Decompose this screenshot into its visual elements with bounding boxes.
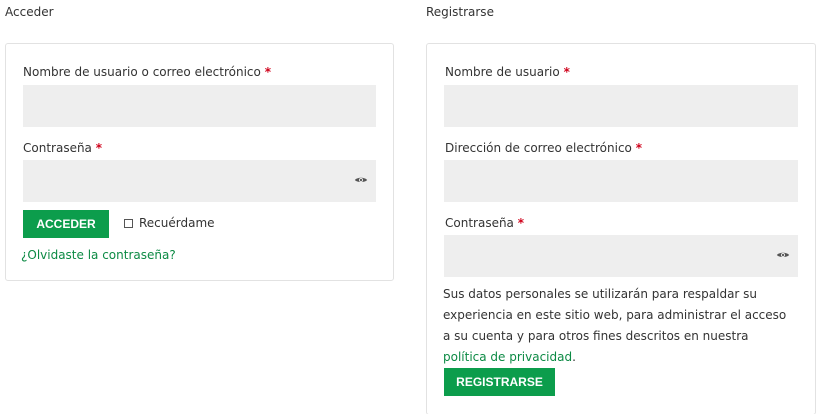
register-email-label: Dirección de correo electrónico *: [445, 141, 643, 155]
required-mark: *: [517, 216, 525, 230]
privacy-policy-link[interactable]: política de privacidad: [443, 350, 572, 364]
login-title: Acceder: [5, 5, 54, 19]
login-password-input[interactable]: [23, 160, 376, 202]
remember-me[interactable]: Recuérdame: [124, 216, 215, 230]
login-username-input[interactable]: [23, 85, 376, 127]
required-mark: *: [95, 141, 103, 155]
register-card: Nombre de usuario * Dirección de correo …: [426, 43, 816, 414]
register-title: Registrarse: [426, 5, 494, 19]
username-label: Nombre de usuario o correo electrónico *: [23, 65, 271, 79]
show-password-eye-icon[interactable]: [776, 248, 790, 262]
login-card: Nombre de usuario o correo electrónico *…: [5, 43, 394, 281]
required-mark: *: [563, 65, 570, 79]
register-email-input[interactable]: [444, 160, 798, 202]
privacy-notice: Sus datos personales se utilizarán para …: [443, 287, 787, 364]
required-mark: *: [264, 65, 271, 79]
register-password-label: Contraseña *: [445, 216, 525, 230]
forgot-password-link[interactable]: ¿Olvidaste la contraseña?: [21, 248, 176, 262]
login-submit-button[interactable]: ACCEDER: [23, 210, 109, 238]
required-mark: *: [635, 141, 643, 155]
register-username-label: Nombre de usuario *: [445, 65, 570, 79]
register-username-input[interactable]: [444, 85, 798, 127]
password-label: Contraseña *: [23, 141, 103, 155]
register-submit-button[interactable]: REGISTRARSE: [444, 368, 555, 396]
remember-checkbox[interactable]: [124, 218, 133, 228]
show-password-eye-icon[interactable]: [354, 173, 368, 187]
register-password-input[interactable]: [444, 235, 798, 277]
